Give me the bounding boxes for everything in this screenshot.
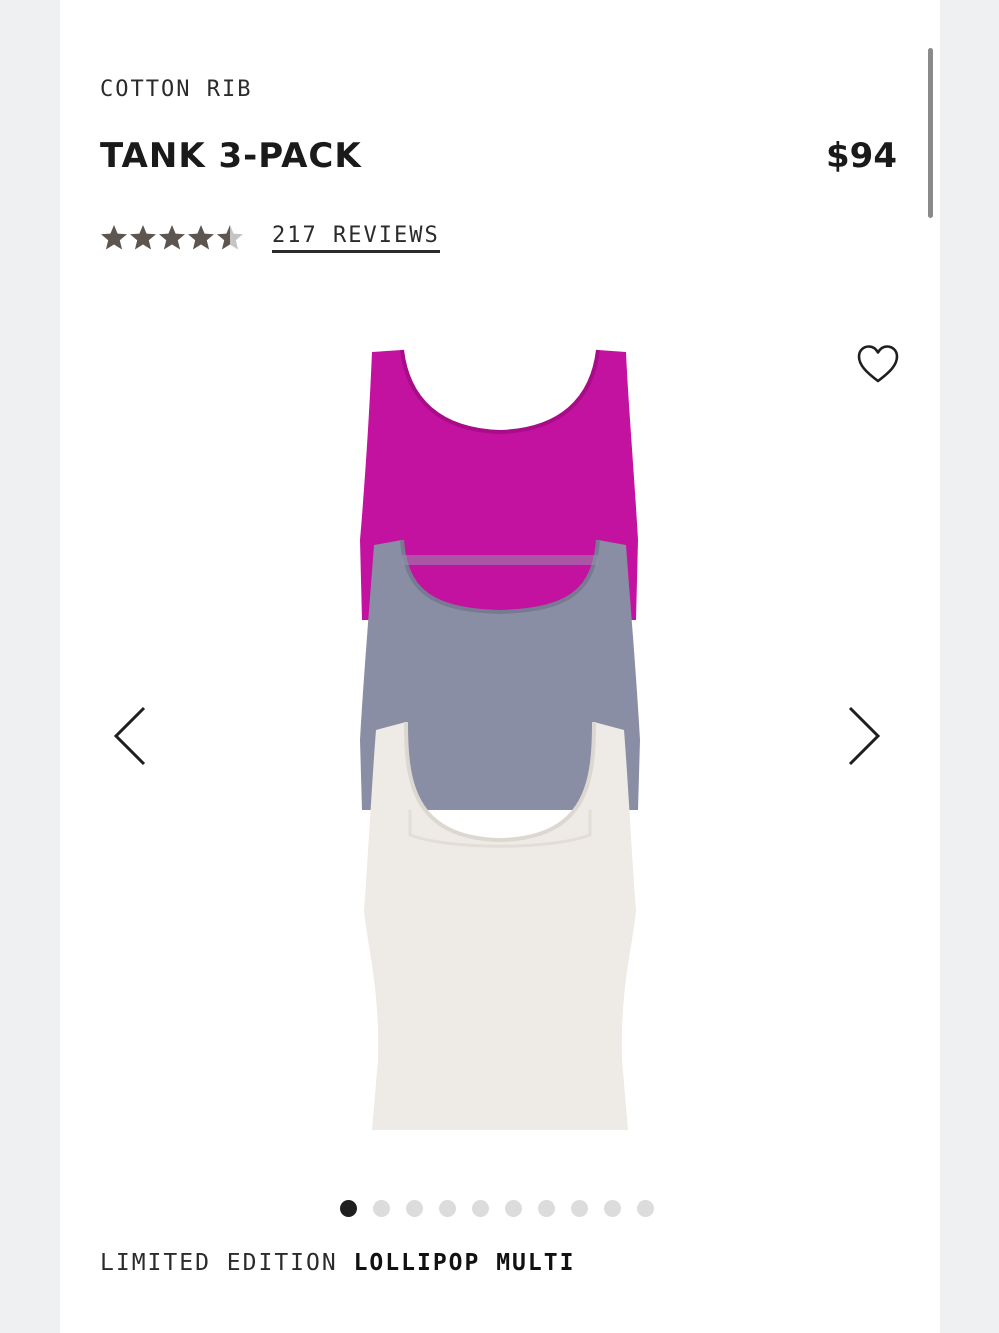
carousel-dot[interactable] [505, 1200, 522, 1217]
star-rating [100, 221, 250, 255]
product-image [360, 349, 640, 1130]
heart-icon[interactable] [856, 343, 900, 385]
carousel-dot[interactable] [538, 1200, 555, 1217]
carousel-dot[interactable] [604, 1200, 621, 1217]
carousel-dot[interactable] [571, 1200, 588, 1217]
star-icon [159, 225, 185, 250]
star-icon [101, 225, 127, 250]
product-title: TANK 3-PACK [100, 136, 362, 176]
color-name: LOLLIPOP MULTI [353, 1250, 576, 1276]
product-price: $94 [826, 136, 897, 176]
carousel-dot[interactable] [439, 1200, 456, 1217]
chevron-right-icon[interactable] [846, 705, 882, 767]
scrollbar[interactable] [928, 48, 933, 218]
carousel-dot[interactable] [472, 1200, 489, 1217]
reviews-link[interactable]: 217 REVIEWS [272, 223, 440, 253]
star-icon [130, 225, 156, 250]
carousel-dot[interactable] [406, 1200, 423, 1217]
carousel-dots [340, 1200, 654, 1217]
rating-row: 217 REVIEWS [100, 218, 440, 258]
star-icon [188, 225, 214, 250]
product-category: COTTON RIB [100, 77, 253, 102]
edition-prefix: LIMITED EDITION [100, 1250, 338, 1276]
carousel-dot[interactable] [340, 1200, 357, 1217]
carousel-dot[interactable] [637, 1200, 654, 1217]
carousel-dot[interactable] [373, 1200, 390, 1217]
chevron-left-icon[interactable] [112, 705, 148, 767]
edition-label: LIMITED EDITION LOLLIPOP MULTI [100, 1250, 575, 1276]
stars-icon [101, 225, 243, 250]
